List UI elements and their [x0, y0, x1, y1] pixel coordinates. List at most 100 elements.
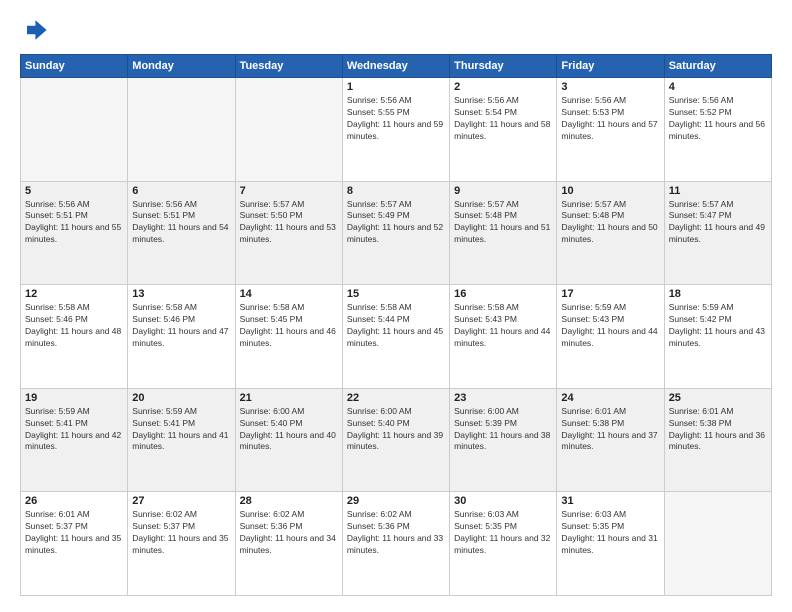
day-number: 20: [132, 392, 230, 404]
calendar-cell: 14Sunrise: 5:58 AMSunset: 5:45 PMDayligh…: [235, 285, 342, 389]
day-info: Sunrise: 5:56 AMSunset: 5:52 PMDaylight:…: [669, 95, 767, 143]
day-info: Sunrise: 6:02 AMSunset: 5:36 PMDaylight:…: [240, 509, 338, 557]
calendar-table: SundayMondayTuesdayWednesdayThursdayFrid…: [20, 54, 772, 596]
calendar-cell: 17 Sunrise: 5:59 AMSunset: 5:43 PMDayligh…: [557, 285, 664, 389]
day-number: 10: [561, 185, 659, 197]
day-number: 1: [347, 81, 445, 93]
calendar-cell: 3Sunrise: 5:56 AMSunset: 5:53 PMDaylight…: [557, 78, 664, 182]
day-info: Sunrise: 6:03 AMSunset: 5:35 PMDaylight:…: [561, 509, 659, 557]
calendar-cell: 24Sunrise: 6:01 AMSunset: 5:38 PMDayligh…: [557, 388, 664, 492]
day-info: Sunrise: 5:56 AMSunset: 5:55 PMDaylight:…: [347, 95, 445, 143]
weekday-friday: Friday: [557, 55, 664, 78]
calendar-cell: 7 Sunrise: 5:57 AMSunset: 5:50 PMDaylight…: [235, 181, 342, 285]
calendar-cell: 18Sunrise: 5:59 AMSunset: 5:42 PMDayligh…: [664, 285, 771, 389]
day-info: Sunrise: 5:59 AMSunset: 5:42 PMDaylight:…: [669, 302, 767, 350]
calendar-cell: 26 Sunrise: 6:01 AMSunset: 5:37 PMDayligh…: [21, 492, 128, 596]
day-info: Sunrise: 5:58 AMSunset: 5:45 PMDaylight:…: [240, 302, 338, 350]
calendar-cell: [235, 78, 342, 182]
calendar-week-row: 19 Sunrise: 5:59 AMSunset: 5:41 PMDayligh…: [21, 388, 772, 492]
calendar-cell: 27Sunrise: 6:02 AMSunset: 5:37 PMDayligh…: [128, 492, 235, 596]
day-number: 6: [132, 185, 230, 197]
day-info: Sunrise: 6:00 AMSunset: 5:40 PMDaylight:…: [240, 406, 338, 454]
calendar-cell: 6 Sunrise: 5:56 AMSunset: 5:51 PMDaylight…: [128, 181, 235, 285]
day-number: 26: [25, 495, 123, 507]
calendar-cell: [664, 492, 771, 596]
day-info: Sunrise: 6:00 AMSunset: 5:39 PMDaylight:…: [454, 406, 552, 454]
day-number: 25: [669, 392, 767, 404]
day-info: Sunrise: 5:56 AMSunset: 5:51 PMDaylight:…: [132, 199, 230, 247]
weekday-monday: Monday: [128, 55, 235, 78]
day-info: Sunrise: 5:57 AMSunset: 5:50 PMDaylight:…: [240, 199, 338, 247]
day-number: 30: [454, 495, 552, 507]
calendar-cell: 10 Sunrise: 5:57 AMSunset: 5:48 PMDayligh…: [557, 181, 664, 285]
day-info: Sunrise: 5:57 AMSunset: 5:47 PMDaylight:…: [669, 199, 767, 247]
day-number: 24: [561, 392, 659, 404]
day-info: Sunrise: 5:59 AMSunset: 5:43 PMDaylight:…: [561, 302, 659, 350]
logo: [20, 16, 52, 44]
day-number: 11: [669, 185, 767, 197]
calendar-cell: 22 Sunrise: 6:00 AMSunset: 5:40 PMDayligh…: [342, 388, 449, 492]
day-number: 28: [240, 495, 338, 507]
day-number: 8: [347, 185, 445, 197]
day-info: Sunrise: 5:56 AMSunset: 5:51 PMDaylight:…: [25, 199, 123, 247]
day-number: 16: [454, 288, 552, 300]
day-number: 15: [347, 288, 445, 300]
day-number: 13: [132, 288, 230, 300]
calendar-week-row: 1 Sunrise: 5:56 AMSunset: 5:55 PMDaylight…: [21, 78, 772, 182]
day-info: Sunrise: 6:01 AMSunset: 5:37 PMDaylight:…: [25, 509, 123, 557]
weekday-wednesday: Wednesday: [342, 55, 449, 78]
calendar-cell: 16 Sunrise: 5:58 AMSunset: 5:43 PMDayligh…: [450, 285, 557, 389]
calendar-cell: [21, 78, 128, 182]
day-info: Sunrise: 5:58 AMSunset: 5:46 PMDaylight:…: [132, 302, 230, 350]
calendar-cell: 19 Sunrise: 5:59 AMSunset: 5:41 PMDayligh…: [21, 388, 128, 492]
calendar-week-row: 26 Sunrise: 6:01 AMSunset: 5:37 PMDayligh…: [21, 492, 772, 596]
day-info: Sunrise: 5:59 AMSunset: 5:41 PMDaylight:…: [132, 406, 230, 454]
calendar-cell: 20 Sunrise: 5:59 AMSunset: 5:41 PMDayligh…: [128, 388, 235, 492]
calendar-cell: 12 Sunrise: 5:58 AMSunset: 5:46 PMDayligh…: [21, 285, 128, 389]
day-info: Sunrise: 6:01 AMSunset: 5:38 PMDaylight:…: [669, 406, 767, 454]
calendar-cell: 2Sunrise: 5:56 AMSunset: 5:54 PMDaylight…: [450, 78, 557, 182]
calendar-cell: [128, 78, 235, 182]
calendar-week-row: 5 Sunrise: 5:56 AMSunset: 5:51 PMDaylight…: [21, 181, 772, 285]
calendar-cell: 29Sunrise: 6:02 AMSunset: 5:36 PMDayligh…: [342, 492, 449, 596]
day-info: Sunrise: 6:02 AMSunset: 5:37 PMDaylight:…: [132, 509, 230, 557]
calendar-cell: 9 Sunrise: 5:57 AMSunset: 5:48 PMDaylight…: [450, 181, 557, 285]
day-info: Sunrise: 5:58 AMSunset: 5:43 PMDaylight:…: [454, 302, 552, 350]
day-number: 9: [454, 185, 552, 197]
calendar-cell: 15 Sunrise: 5:58 AMSunset: 5:44 PMDayligh…: [342, 285, 449, 389]
calendar-cell: 11 Sunrise: 5:57 AMSunset: 5:47 PMDayligh…: [664, 181, 771, 285]
calendar-cell: 5 Sunrise: 5:56 AMSunset: 5:51 PMDaylight…: [21, 181, 128, 285]
calendar-cell: 13 Sunrise: 5:58 AMSunset: 5:46 PMDayligh…: [128, 285, 235, 389]
weekday-saturday: Saturday: [664, 55, 771, 78]
weekday-header-row: SundayMondayTuesdayWednesdayThursdayFrid…: [21, 55, 772, 78]
day-info: Sunrise: 5:58 AMSunset: 5:44 PMDaylight:…: [347, 302, 445, 350]
weekday-thursday: Thursday: [450, 55, 557, 78]
day-info: Sunrise: 6:02 AMSunset: 5:36 PMDaylight:…: [347, 509, 445, 557]
calendar-cell: 1 Sunrise: 5:56 AMSunset: 5:55 PMDaylight…: [342, 78, 449, 182]
calendar-week-row: 12 Sunrise: 5:58 AMSunset: 5:46 PMDayligh…: [21, 285, 772, 389]
day-info: Sunrise: 6:03 AMSunset: 5:35 PMDaylight:…: [454, 509, 552, 557]
day-number: 7: [240, 185, 338, 197]
day-info: Sunrise: 5:56 AMSunset: 5:53 PMDaylight:…: [561, 95, 659, 143]
header: [20, 16, 772, 44]
calendar-cell: 30 Sunrise: 6:03 AMSunset: 5:35 PMDayligh…: [450, 492, 557, 596]
day-number: 22: [347, 392, 445, 404]
day-number: 19: [25, 392, 123, 404]
day-number: 21: [240, 392, 338, 404]
day-number: 12: [25, 288, 123, 300]
logo-icon: [20, 16, 48, 44]
day-info: Sunrise: 5:57 AMSunset: 5:48 PMDaylight:…: [454, 199, 552, 247]
day-number: 17: [561, 288, 659, 300]
calendar-cell: 25 Sunrise: 6:01 AMSunset: 5:38 PMDayligh…: [664, 388, 771, 492]
day-info: Sunrise: 5:59 AMSunset: 5:41 PMDaylight:…: [25, 406, 123, 454]
day-info: Sunrise: 5:58 AMSunset: 5:46 PMDaylight:…: [25, 302, 123, 350]
day-info: Sunrise: 5:57 AMSunset: 5:48 PMDaylight:…: [561, 199, 659, 247]
calendar-cell: 23Sunrise: 6:00 AMSunset: 5:39 PMDayligh…: [450, 388, 557, 492]
calendar-cell: 28 Sunrise: 6:02 AMSunset: 5:36 PMDayligh…: [235, 492, 342, 596]
calendar-cell: 4Sunrise: 5:56 AMSunset: 5:52 PMDaylight…: [664, 78, 771, 182]
day-number: 5: [25, 185, 123, 197]
day-info: Sunrise: 6:00 AMSunset: 5:40 PMDaylight:…: [347, 406, 445, 454]
day-info: Sunrise: 5:56 AMSunset: 5:54 PMDaylight:…: [454, 95, 552, 143]
weekday-tuesday: Tuesday: [235, 55, 342, 78]
weekday-sunday: Sunday: [21, 55, 128, 78]
